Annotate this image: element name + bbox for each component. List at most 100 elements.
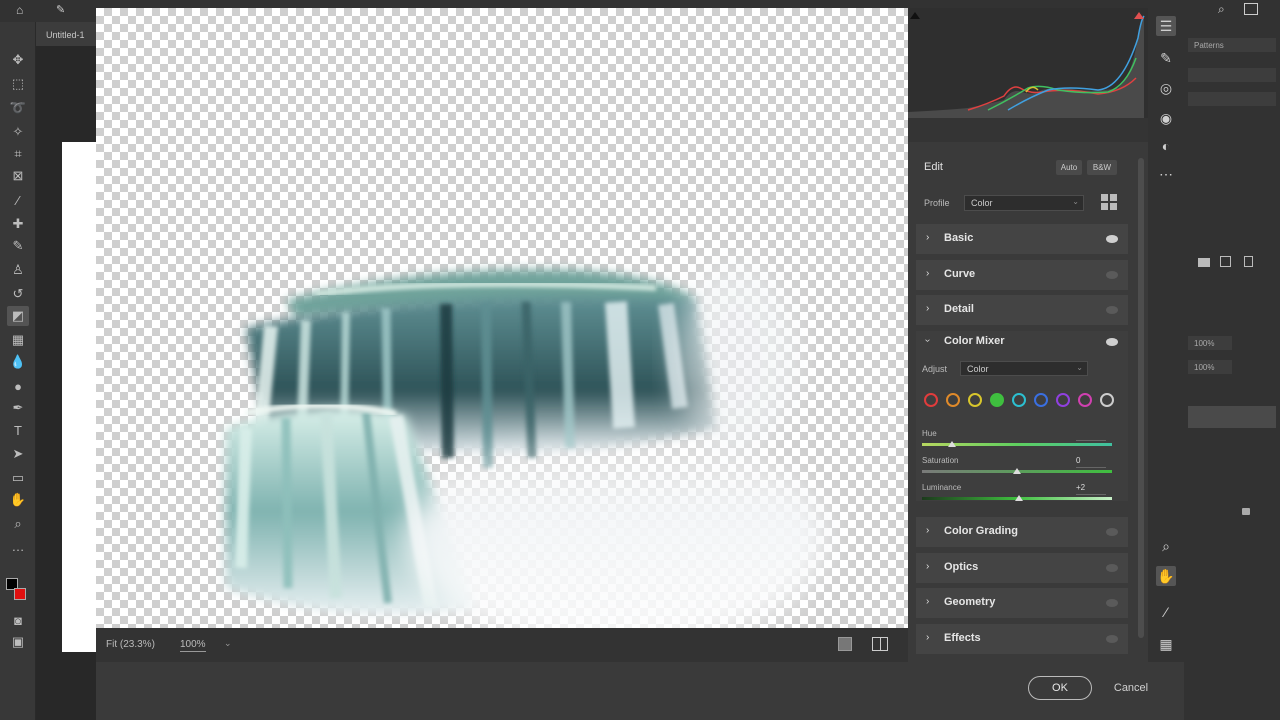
pen-tool-icon[interactable]: ✒ (7, 398, 29, 418)
section-curve[interactable]: › Curve (916, 260, 1128, 290)
more-tools-icon[interactable]: … (7, 536, 29, 556)
eye-icon[interactable] (1106, 599, 1118, 607)
profile-browser-icon[interactable] (1101, 194, 1117, 210)
swatch-all[interactable] (1100, 393, 1114, 407)
rectangle-tool-icon[interactable]: ▭ (7, 468, 29, 488)
eyedropper-tool-icon[interactable]: ⁄ (7, 190, 29, 210)
section-optics[interactable]: › Optics (916, 553, 1128, 583)
home-icon[interactable]: ⌂ (16, 3, 23, 17)
search-icon[interactable]: ⌕ (1218, 2, 1225, 17)
frame-tool-icon[interactable]: ⊠ (7, 166, 29, 186)
section-detail[interactable]: › Detail (916, 295, 1128, 325)
eye-icon[interactable] (1106, 235, 1118, 243)
path-select-tool-icon[interactable]: ➤ (7, 444, 29, 464)
healing-tool-icon[interactable]: ✚ (7, 214, 29, 234)
section-geometry[interactable]: › Geometry (916, 588, 1128, 618)
crop-tool-icon[interactable]: ⌗ (7, 144, 29, 164)
swatch-green[interactable] (990, 393, 1004, 407)
healing-icon[interactable]: ✎ (1156, 48, 1176, 68)
history-brush-tool-icon[interactable]: ↺ (7, 284, 29, 304)
camera-raw-dialog: Fit (23.3%) 100% ⌄ Edit Auto B&W Profile… (96, 8, 1184, 720)
opacity-field[interactable]: 100% (1188, 336, 1232, 350)
new-group-icon[interactable] (1198, 258, 1210, 267)
zoom-level-value[interactable]: 100% (180, 639, 206, 652)
slider-value-saturation[interactable]: 0 (1076, 456, 1106, 468)
eraser-tool-icon[interactable]: ◩ (7, 306, 29, 326)
highlight-clipping-icon[interactable] (1134, 12, 1144, 19)
eye-icon[interactable] (1106, 528, 1118, 536)
fill-field[interactable]: 100% (1188, 360, 1232, 374)
edit-sliders-icon[interactable]: ☰ (1156, 16, 1176, 36)
brush-tool-icon[interactable]: ✎ (7, 236, 29, 256)
marquee-tool-icon[interactable]: ⬚ (7, 74, 29, 94)
zoom-icon[interactable]: ⌕ (1156, 536, 1176, 556)
chevron-down-icon[interactable]: ⌄ (224, 638, 232, 649)
type-tool-icon[interactable]: T (7, 420, 29, 440)
hand-tool-icon[interactable]: ✋ (7, 490, 29, 510)
slider-thumb-luminance[interactable] (1014, 495, 1023, 501)
ok-button[interactable]: OK (1028, 676, 1092, 700)
swatch-aqua[interactable] (1012, 393, 1026, 407)
section-color-mixer[interactable]: › Color Mixer (916, 331, 1128, 351)
profile-select[interactable]: Color ⌄ (964, 195, 1084, 211)
panel-scrollbar[interactable] (1138, 158, 1144, 638)
slider-value-luminance[interactable]: +2 (1076, 483, 1106, 495)
move-tool-icon[interactable]: ✥ (7, 50, 29, 70)
slider-value-hue[interactable] (1076, 429, 1106, 441)
single-view-icon[interactable] (838, 637, 852, 651)
stamp-tool-icon[interactable]: ♙ (7, 260, 29, 280)
quick-select-tool-icon[interactable]: ✧ (7, 122, 29, 142)
patterns-tab[interactable]: Patterns (1188, 38, 1276, 52)
before-after-view-icon[interactable] (872, 637, 888, 651)
swatch-blue[interactable] (1034, 393, 1048, 407)
zoom-tool-icon[interactable]: ⌕ (7, 514, 29, 534)
grid-overlay-icon[interactable]: ▦ (1156, 634, 1176, 654)
swatch-magenta[interactable] (1078, 393, 1092, 407)
chevron-right-icon: › (926, 232, 930, 243)
layer-row[interactable] (1188, 406, 1276, 428)
cancel-button[interactable]: Cancel (1106, 676, 1156, 700)
swatch-yellow[interactable] (968, 393, 982, 407)
section-color-grading[interactable]: › Color Grading (916, 517, 1128, 547)
trash-icon[interactable] (1244, 256, 1253, 267)
auto-button[interactable]: Auto (1056, 160, 1082, 175)
image-preview[interactable] (96, 8, 908, 628)
swatch-red[interactable] (924, 393, 938, 407)
dodge-tool-icon[interactable]: ● (7, 376, 29, 396)
eye-icon[interactable] (1106, 564, 1118, 572)
brush-tool-preset-icon[interactable]: ✎ (56, 3, 65, 16)
eye-icon[interactable] (1106, 338, 1118, 346)
black-white-button[interactable]: B&W (1087, 160, 1117, 175)
slider-thumb-hue[interactable] (948, 441, 957, 447)
background-color-swatch[interactable] (14, 588, 26, 600)
eye-icon[interactable] (1106, 306, 1118, 314)
slider-thumb-saturation[interactable] (1013, 468, 1021, 474)
eye-icon[interactable] (1106, 635, 1118, 643)
quick-mask-icon[interactable]: ◙ (7, 610, 29, 630)
document-tab[interactable]: Untitled-1 (36, 22, 96, 46)
new-layer-icon[interactable] (1220, 256, 1231, 267)
screen-mode-icon[interactable]: ▣ (7, 632, 29, 652)
photoshop-toolbar: ✥ ⬚ ➰ ✧ ⌗ ⊠ ⁄ ✚ ✎ ♙ ↺ ◩ ▦ 💧 ● ✒ T ➤ ▭ ✋ … (0, 22, 36, 720)
gradient-tool-icon[interactable]: ▦ (7, 330, 29, 350)
profile-select-value: Color (971, 198, 993, 208)
blur-tool-icon[interactable]: 💧 (7, 352, 29, 372)
more-options-icon[interactable]: ⋯ (1156, 164, 1176, 184)
presets-icon[interactable]: ◐ (1156, 136, 1176, 156)
shadow-clipping-icon[interactable] (910, 12, 920, 19)
section-label: Detail (944, 303, 974, 315)
red-eye-icon[interactable]: ◉ (1156, 108, 1176, 128)
color-sampler-icon[interactable]: ⁄ (1156, 602, 1176, 622)
masking-icon[interactable]: ◎ (1156, 78, 1176, 98)
section-effects[interactable]: › Effects (916, 624, 1128, 654)
swatch-orange[interactable] (946, 393, 960, 407)
fit-zoom-label[interactable]: Fit (23.3%) (106, 639, 155, 650)
workspace-icon[interactable] (1244, 3, 1258, 15)
lasso-tool-icon[interactable]: ➰ (7, 98, 29, 118)
hand-icon[interactable]: ✋ (1156, 566, 1176, 586)
section-basic[interactable]: › Basic (916, 224, 1128, 254)
adjust-select[interactable]: Color ⌄ (960, 361, 1088, 376)
eye-icon[interactable] (1106, 271, 1118, 279)
swatch-purple[interactable] (1056, 393, 1070, 407)
section-label: Color Mixer (944, 335, 1005, 347)
